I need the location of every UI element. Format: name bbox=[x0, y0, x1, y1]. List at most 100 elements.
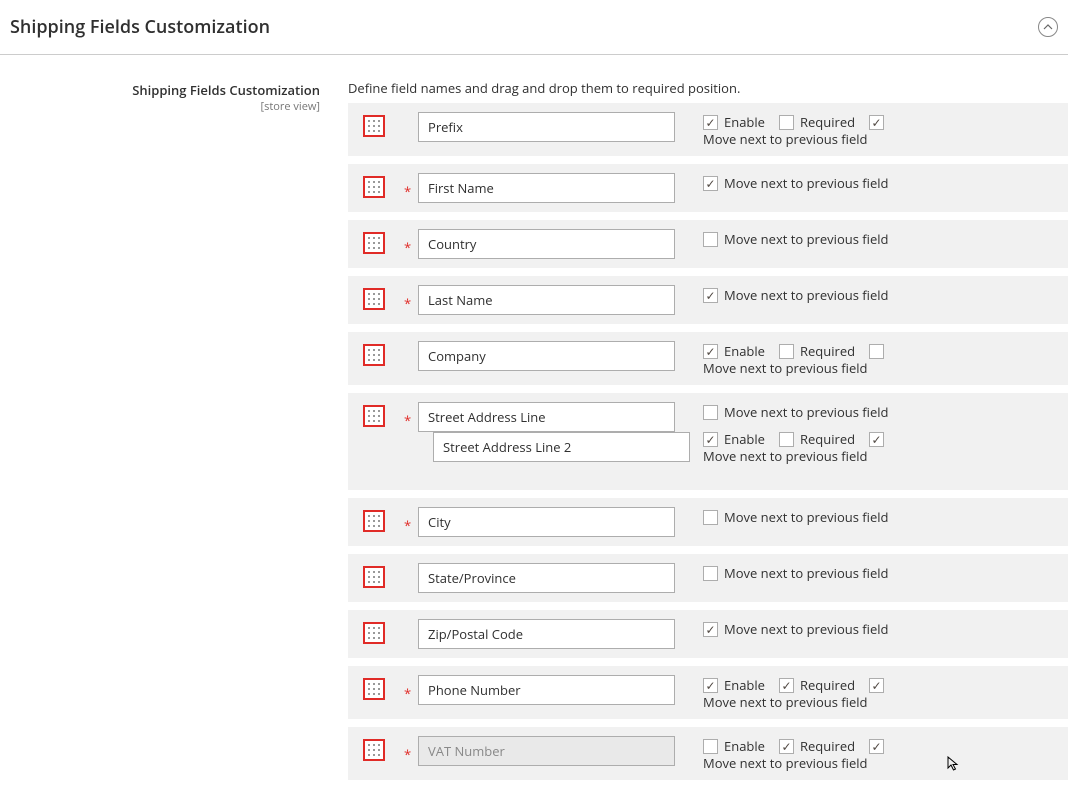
move-next-label: Move next to previous field bbox=[703, 133, 1068, 146]
field-row: * Move next to previous field bbox=[348, 220, 1068, 268]
section-header: Shipping Fields Customization bbox=[0, 0, 1068, 55]
field-row: * Enable Required Move next to previous fie… bbox=[348, 727, 1068, 780]
drag-handle-icon[interactable] bbox=[363, 344, 385, 366]
drag-handle-icon[interactable] bbox=[363, 678, 385, 700]
required-label: Required bbox=[800, 679, 855, 692]
scope-label: [store view] bbox=[0, 99, 320, 114]
field-options: Move next to previous field bbox=[703, 286, 1068, 303]
field-label-column: Shipping Fields Customization [store vie… bbox=[0, 75, 335, 114]
field-row: Move next to previous field bbox=[348, 554, 1068, 602]
move-next-checkbox[interactable] bbox=[869, 739, 884, 754]
move-next-label: Move next to previous field bbox=[703, 757, 1068, 770]
required-star: * bbox=[404, 745, 411, 763]
required-checkbox[interactable] bbox=[779, 344, 794, 359]
description-text: Define field names and drag and drop the… bbox=[348, 79, 1068, 97]
move-next-label: Move next to previous field bbox=[724, 567, 889, 580]
field-name-input[interactable] bbox=[418, 173, 675, 203]
move-next-label: Move next to previous field bbox=[703, 696, 1068, 709]
move-next-label: Move next to previous field bbox=[724, 623, 889, 636]
field-name-input[interactable] bbox=[418, 285, 675, 315]
field-name-input[interactable] bbox=[418, 736, 675, 766]
field-name-input[interactable] bbox=[418, 619, 675, 649]
drag-handle-icon[interactable] bbox=[363, 232, 385, 254]
field-options: Move next to previous field bbox=[703, 508, 1068, 525]
move-next-label: Move next to previous field bbox=[724, 177, 889, 190]
field-row: Move next to previous field bbox=[348, 610, 1068, 658]
move-next-checkbox[interactable] bbox=[703, 405, 718, 420]
move-next-checkbox[interactable] bbox=[869, 115, 884, 130]
required-star: * bbox=[404, 238, 411, 256]
enable-label: Enable bbox=[724, 116, 765, 129]
collapse-toggle[interactable] bbox=[1038, 17, 1058, 37]
field-name-input[interactable] bbox=[418, 402, 675, 432]
move-next-checkbox[interactable] bbox=[703, 232, 718, 247]
field-name-input[interactable] bbox=[418, 675, 675, 705]
field-row: Enable Required Move next to previous fiel… bbox=[348, 103, 1068, 156]
drag-handle-icon[interactable] bbox=[363, 115, 385, 137]
field-row: *Move next to previous field bbox=[348, 276, 1068, 324]
config-label: Shipping Fields Customization bbox=[0, 81, 320, 99]
required-checkbox[interactable] bbox=[779, 432, 794, 447]
drag-handle-icon[interactable] bbox=[363, 566, 385, 588]
field-row: *Move next to previous field bbox=[348, 498, 1068, 546]
field-subrow: Enable Required Move next to previous fiel… bbox=[363, 432, 1068, 480]
required-checkbox[interactable] bbox=[779, 739, 794, 754]
move-next-checkbox[interactable] bbox=[703, 176, 718, 191]
enable-checkbox[interactable] bbox=[703, 344, 718, 359]
move-next-label: Move next to previous field bbox=[724, 511, 889, 524]
enable-checkbox[interactable] bbox=[703, 115, 718, 130]
field-options: Move next to previous field bbox=[703, 620, 1068, 637]
drag-handle-icon[interactable] bbox=[363, 510, 385, 532]
required-star: * bbox=[404, 411, 411, 429]
required-checkbox[interactable] bbox=[779, 678, 794, 693]
required-label: Required bbox=[800, 740, 855, 753]
required-label: Required bbox=[800, 116, 855, 129]
field-name-input[interactable] bbox=[418, 341, 675, 371]
move-next-checkbox[interactable] bbox=[869, 344, 884, 359]
field-options: Move next to previous field bbox=[703, 403, 1068, 420]
move-next-checkbox[interactable] bbox=[869, 678, 884, 693]
field-row: * Move next to previous field Enable Requir… bbox=[348, 393, 1068, 490]
section-title: Shipping Fields Customization bbox=[10, 15, 270, 39]
drag-handle-icon[interactable] bbox=[363, 176, 385, 198]
required-label: Required bbox=[800, 345, 855, 358]
field-options: EnableRequiredMove next to previous fiel… bbox=[703, 342, 1068, 375]
field-name-input[interactable] bbox=[433, 432, 690, 462]
move-next-checkbox[interactable] bbox=[869, 432, 884, 447]
drag-handle-icon[interactable] bbox=[363, 622, 385, 644]
move-next-checkbox[interactable] bbox=[703, 566, 718, 581]
enable-checkbox[interactable] bbox=[703, 739, 718, 754]
fields-list: Enable Required Move next to previous fiel… bbox=[348, 103, 1068, 780]
move-next-label: Move next to previous field bbox=[724, 406, 889, 419]
field-options: Move next to previous field bbox=[703, 230, 1068, 247]
field-options: EnableRequiredMove next to previous fiel… bbox=[703, 676, 1068, 709]
field-options: Move next to previous field bbox=[703, 174, 1068, 191]
enable-label: Enable bbox=[724, 740, 765, 753]
enable-checkbox[interactable] bbox=[703, 432, 718, 447]
required-star: * bbox=[404, 182, 411, 200]
required-checkbox[interactable] bbox=[779, 115, 794, 130]
chevron-up-icon bbox=[1043, 22, 1053, 32]
enable-checkbox[interactable] bbox=[703, 678, 718, 693]
field-options: Enable Required Move next to previous fiel… bbox=[703, 737, 1068, 770]
field-row: *EnableRequiredMove next to previous fie… bbox=[348, 666, 1068, 719]
required-label: Required bbox=[800, 433, 855, 446]
field-options: Enable Required Move next to previous fiel… bbox=[703, 432, 1068, 463]
drag-handle-icon[interactable] bbox=[363, 288, 385, 310]
move-next-checkbox[interactable] bbox=[703, 510, 718, 525]
drag-handle-icon[interactable] bbox=[363, 405, 385, 427]
drag-handle-icon[interactable] bbox=[363, 739, 385, 761]
field-name-input[interactable] bbox=[418, 229, 675, 259]
field-name-input[interactable] bbox=[418, 507, 675, 537]
field-row: * Move next to previous field bbox=[348, 164, 1068, 212]
move-next-label: Move next to previous field bbox=[703, 362, 1068, 375]
field-name-input[interactable] bbox=[418, 563, 675, 593]
move-next-label: Move next to previous field bbox=[703, 450, 1068, 463]
move-next-checkbox[interactable] bbox=[703, 622, 718, 637]
field-options: Enable Required Move next to previous fiel… bbox=[703, 113, 1068, 146]
field-row: EnableRequiredMove next to previous fiel… bbox=[348, 332, 1068, 385]
move-next-checkbox[interactable] bbox=[703, 288, 718, 303]
enable-label: Enable bbox=[724, 433, 765, 446]
field-options: Move next to previous field bbox=[703, 564, 1068, 581]
field-name-input[interactable] bbox=[418, 112, 675, 142]
